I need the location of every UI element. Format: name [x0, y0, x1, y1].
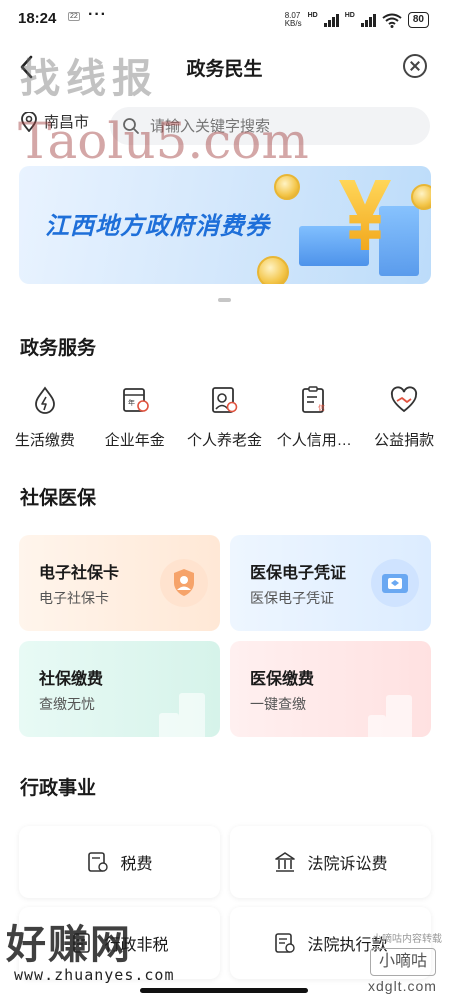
section-title: 行政事业 [20, 778, 97, 799]
card-title: 医保电子凭证 [250, 565, 347, 582]
card-subtitle: 医保电子凭证 [250, 590, 334, 606]
person-card-icon [212, 387, 238, 413]
social-security-section: 社保医保 电子社保卡 电子社保卡 医保电子凭证 医保电子凭证 社保缴费 查缴无忧 [0, 465, 449, 755]
admin-label: 行政非税 [104, 937, 169, 954]
service-label: 企业年金 [104, 432, 165, 449]
signal-icon [323, 13, 339, 27]
gov-services-section: 政务服务 生活缴费 年 企业年金 个人养老金 信 个人信用… 公益捐款 [0, 315, 449, 465]
heart-hands-icon [391, 386, 418, 413]
search-input[interactable] [150, 117, 390, 135]
medical-insurance-payment[interactable]: 医保缴费 一键查缴 [230, 641, 431, 737]
card-title: 社保缴费 [39, 671, 104, 688]
carousel-indicator [218, 298, 231, 302]
courthouse-icon [275, 852, 296, 872]
top-area: 南昌市 江西地方政府消费券 [0, 95, 449, 315]
search-bar[interactable] [110, 107, 430, 145]
top-nav-bar: 政务民生 [0, 40, 449, 95]
card-decoration [159, 713, 179, 737]
page-title: 政务民生 [186, 59, 263, 80]
court-litigation-fee-button[interactable]: 法院诉讼费 [230, 826, 431, 898]
admin-label: 法院诉讼费 [307, 856, 388, 873]
card-subtitle: 电子社保卡 [39, 590, 109, 606]
hd-label-1: HD [307, 12, 318, 19]
card-subtitle: 一键查缴 [250, 696, 306, 712]
shield-person-icon [160, 559, 208, 607]
court-enforcement-button[interactable]: 法院执行款 [230, 907, 431, 979]
calendar-coin-icon: 年 [122, 388, 149, 412]
status-time: 18:24 [18, 10, 57, 27]
more-notifications-icon: ··· [88, 6, 107, 23]
section-title: 政务服务 [20, 338, 97, 359]
svg-text:信: 信 [318, 403, 325, 412]
signal-icon-2 [360, 13, 376, 27]
net-speed: 8.07 KB/s [284, 11, 302, 28]
service-label: 公益捐款 [374, 432, 435, 449]
card-title: 电子社保卡 [39, 565, 120, 582]
admin-label: 税费 [120, 856, 153, 873]
search-icon [123, 118, 139, 134]
status-bar: 18:24 22 ··· 8.07 KB/s HD HD 80 [0, 0, 449, 40]
tax-doc-icon [88, 852, 109, 872]
promo-banner[interactable]: 江西地方政府消费券 [19, 166, 431, 284]
location-selector[interactable]: 南昌市 [20, 111, 89, 132]
service-utility-payment[interactable]: 生活缴费 [0, 385, 90, 450]
home-indicator [140, 988, 308, 993]
admin-label: 法院执行款 [307, 937, 388, 954]
drop-bolt-icon [34, 386, 55, 414]
service-enterprise-annuity[interactable]: 年 企业年金 [90, 385, 180, 450]
card-decoration [179, 693, 205, 737]
court-doc-icon [275, 933, 296, 953]
credit-doc-icon: 信 [302, 386, 325, 413]
wifi-icon [382, 13, 402, 28]
banner-deco-block [379, 206, 419, 276]
svg-text:年: 年 [128, 398, 135, 407]
coin-icon [257, 256, 289, 284]
card-decoration [368, 715, 386, 737]
admin-doc-icon [73, 933, 91, 953]
service-personal-credit[interactable]: 信 个人信用… [269, 385, 359, 450]
hd-label-2: HD [344, 12, 355, 19]
battery-icon: 80 [407, 12, 429, 28]
card-title: 医保缴费 [250, 671, 315, 688]
close-icon[interactable] [403, 54, 427, 78]
medical-insurance-voucher[interactable]: 医保电子凭证 医保电子凭证 [230, 535, 431, 631]
service-charity-donation[interactable]: 公益捐款 [359, 385, 449, 450]
tax-fee-button[interactable]: 税费 [19, 826, 220, 898]
service-label: 个人信用… [276, 432, 352, 449]
admin-non-tax-button[interactable]: 行政非税 [19, 907, 220, 979]
calendar-badge-icon: 22 [68, 12, 80, 21]
coin-icon [274, 174, 300, 200]
service-label: 生活缴费 [14, 432, 75, 449]
card-icon [371, 559, 419, 607]
card-decoration [386, 695, 412, 737]
administrative-section: 行政事业 税费 法院诉讼费 行政非税 法院执行款 [0, 755, 449, 1000]
location-city: 南昌市 [44, 114, 90, 131]
location-pin-icon [21, 111, 37, 132]
e-social-card[interactable]: 电子社保卡 电子社保卡 [19, 535, 220, 631]
social-security-payment[interactable]: 社保缴费 查缴无忧 [19, 641, 220, 737]
banner-text: 江西地方政府消费券 [45, 213, 270, 240]
coin-icon [411, 184, 431, 210]
card-subtitle: 查缴无忧 [39, 696, 95, 712]
section-title: 社保医保 [20, 488, 97, 509]
service-personal-pension[interactable]: 个人养老金 [180, 385, 270, 450]
service-label: 个人养老金 [186, 432, 262, 449]
